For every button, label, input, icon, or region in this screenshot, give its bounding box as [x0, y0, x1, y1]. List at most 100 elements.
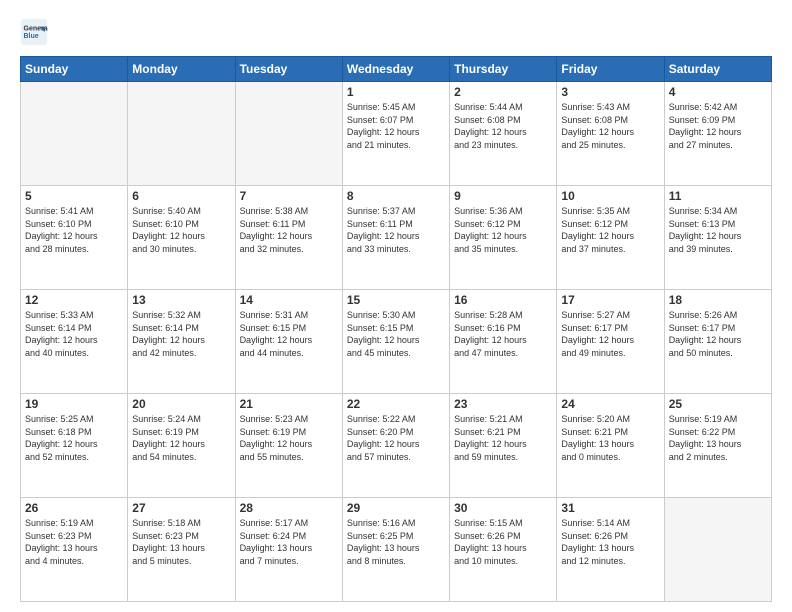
weekday-header-wednesday: Wednesday — [342, 57, 449, 82]
calendar-cell: 24Sunrise: 5:20 AM Sunset: 6:21 PM Dayli… — [557, 394, 664, 498]
day-info: Sunrise: 5:37 AM Sunset: 6:11 PM Dayligh… — [347, 205, 445, 255]
day-info: Sunrise: 5:30 AM Sunset: 6:15 PM Dayligh… — [347, 309, 445, 359]
calendar-cell: 27 Sunrise: 5:18 AM Sunset: 6:23 PM Dayli… — [128, 498, 235, 602]
logo-icon: General Blue — [20, 18, 48, 46]
calendar-cell — [235, 82, 342, 186]
page: General Blue SundayMondayTuesdayWednesda… — [0, 0, 792, 612]
day-number: 10 — [561, 189, 659, 203]
day-info: Sunrise: 5:20 AM Sunset: 6:21 PM Dayligh… — [561, 413, 659, 463]
calendar-week-1: 5 Sunrise: 5:41 AM Sunset: 6:10 PM Daylig… — [21, 186, 772, 290]
day-info: Sunrise: 5:41 AM Sunset: 6:10 PM Dayligh… — [25, 205, 123, 255]
day-info: Sunrise: 5:43 AM Sunset: 6:08 PM Dayligh… — [561, 101, 659, 151]
day-info: Sunrise: 5:44 AM Sunset: 6:08 PM Dayligh… — [454, 101, 552, 151]
calendar-cell: 19 Sunrise: 5:25 AM Sunset: 6:18 PM Dayli… — [21, 394, 128, 498]
calendar-week-0: 1Sunrise: 5:45 AM Sunset: 6:07 PM Daylig… — [21, 82, 772, 186]
calendar-cell: 15 Sunrise: 5:30 AM Sunset: 6:15 PM Dayli… — [342, 290, 449, 394]
day-number: 29 — [347, 501, 445, 515]
day-number: 25 — [669, 397, 767, 411]
day-info: Sunrise: 5:27 AM Sunset: 6:17 PM Dayligh… — [561, 309, 659, 359]
day-number: 26 — [25, 501, 123, 515]
day-number: 20 — [132, 397, 230, 411]
day-number: 31 — [561, 501, 659, 515]
calendar-cell: 22Sunrise: 5:22 AM Sunset: 6:20 PM Dayli… — [342, 394, 449, 498]
calendar-cell: 3 Sunrise: 5:43 AM Sunset: 6:08 PM Daylig… — [557, 82, 664, 186]
calendar-cell: 30 Sunrise: 5:15 AM Sunset: 6:26 PM Dayli… — [450, 498, 557, 602]
day-info: Sunrise: 5:25 AM Sunset: 6:18 PM Dayligh… — [25, 413, 123, 463]
day-info: Sunrise: 5:38 AM Sunset: 6:11 PM Dayligh… — [240, 205, 338, 255]
day-number: 18 — [669, 293, 767, 307]
day-info: Sunrise: 5:34 AM Sunset: 6:13 PM Dayligh… — [669, 205, 767, 255]
day-number: 17 — [561, 293, 659, 307]
day-info: Sunrise: 5:42 AM Sunset: 6:09 PM Dayligh… — [669, 101, 767, 151]
logo: General Blue — [20, 18, 52, 46]
calendar-cell: 16Sunrise: 5:28 AM Sunset: 6:16 PM Dayli… — [450, 290, 557, 394]
calendar-cell — [664, 498, 771, 602]
weekday-header-monday: Monday — [128, 57, 235, 82]
calendar-cell — [21, 82, 128, 186]
day-number: 6 — [132, 189, 230, 203]
day-number: 27 — [132, 501, 230, 515]
day-info: Sunrise: 5:32 AM Sunset: 6:14 PM Dayligh… — [132, 309, 230, 359]
day-info: Sunrise: 5:22 AM Sunset: 6:20 PM Dayligh… — [347, 413, 445, 463]
calendar-cell: 31 Sunrise: 5:14 AM Sunset: 6:26 PM Dayli… — [557, 498, 664, 602]
weekday-header-sunday: Sunday — [21, 57, 128, 82]
day-info: Sunrise: 5:28 AM Sunset: 6:16 PM Dayligh… — [454, 309, 552, 359]
calendar-cell: 21 Sunrise: 5:23 AM Sunset: 6:19 PM Dayli… — [235, 394, 342, 498]
calendar-week-4: 26 Sunrise: 5:19 AM Sunset: 6:23 PM Dayli… — [21, 498, 772, 602]
day-number: 3 — [561, 85, 659, 99]
day-number: 19 — [25, 397, 123, 411]
calendar-cell: 18 Sunrise: 5:26 AM Sunset: 6:17 PM Dayli… — [664, 290, 771, 394]
calendar-cell: 11Sunrise: 5:34 AM Sunset: 6:13 PM Dayli… — [664, 186, 771, 290]
day-info: Sunrise: 5:21 AM Sunset: 6:21 PM Dayligh… — [454, 413, 552, 463]
weekday-header-saturday: Saturday — [664, 57, 771, 82]
calendar-cell: 9 Sunrise: 5:36 AM Sunset: 6:12 PM Daylig… — [450, 186, 557, 290]
day-number: 23 — [454, 397, 552, 411]
day-info: Sunrise: 5:18 AM Sunset: 6:23 PM Dayligh… — [132, 517, 230, 567]
day-info: Sunrise: 5:36 AM Sunset: 6:12 PM Dayligh… — [454, 205, 552, 255]
calendar-week-2: 12 Sunrise: 5:33 AM Sunset: 6:14 PM Dayli… — [21, 290, 772, 394]
calendar-cell: 8 Sunrise: 5:37 AM Sunset: 6:11 PM Daylig… — [342, 186, 449, 290]
day-info: Sunrise: 5:26 AM Sunset: 6:17 PM Dayligh… — [669, 309, 767, 359]
day-number: 12 — [25, 293, 123, 307]
weekday-header-friday: Friday — [557, 57, 664, 82]
header: General Blue — [20, 18, 772, 46]
calendar-table: SundayMondayTuesdayWednesdayThursdayFrid… — [20, 56, 772, 602]
weekday-header-thursday: Thursday — [450, 57, 557, 82]
day-number: 14 — [240, 293, 338, 307]
day-number: 4 — [669, 85, 767, 99]
day-info: Sunrise: 5:23 AM Sunset: 6:19 PM Dayligh… — [240, 413, 338, 463]
day-number: 28 — [240, 501, 338, 515]
day-number: 15 — [347, 293, 445, 307]
day-info: Sunrise: 5:40 AM Sunset: 6:10 PM Dayligh… — [132, 205, 230, 255]
day-info: Sunrise: 5:33 AM Sunset: 6:14 PM Dayligh… — [25, 309, 123, 359]
day-info: Sunrise: 5:19 AM Sunset: 6:22 PM Dayligh… — [669, 413, 767, 463]
calendar-cell: 6 Sunrise: 5:40 AM Sunset: 6:10 PM Daylig… — [128, 186, 235, 290]
day-info: Sunrise: 5:16 AM Sunset: 6:25 PM Dayligh… — [347, 517, 445, 567]
calendar-cell: 28Sunrise: 5:17 AM Sunset: 6:24 PM Dayli… — [235, 498, 342, 602]
calendar-cell: 5 Sunrise: 5:41 AM Sunset: 6:10 PM Daylig… — [21, 186, 128, 290]
day-number: 7 — [240, 189, 338, 203]
day-number: 2 — [454, 85, 552, 99]
day-info: Sunrise: 5:19 AM Sunset: 6:23 PM Dayligh… — [25, 517, 123, 567]
svg-text:Blue: Blue — [24, 33, 39, 40]
day-number: 5 — [25, 189, 123, 203]
day-info: Sunrise: 5:45 AM Sunset: 6:07 PM Dayligh… — [347, 101, 445, 151]
calendar-cell: 26 Sunrise: 5:19 AM Sunset: 6:23 PM Dayli… — [21, 498, 128, 602]
day-number: 30 — [454, 501, 552, 515]
day-info: Sunrise: 5:14 AM Sunset: 6:26 PM Dayligh… — [561, 517, 659, 567]
day-info: Sunrise: 5:15 AM Sunset: 6:26 PM Dayligh… — [454, 517, 552, 567]
day-number: 8 — [347, 189, 445, 203]
day-number: 21 — [240, 397, 338, 411]
weekday-header-tuesday: Tuesday — [235, 57, 342, 82]
day-number: 13 — [132, 293, 230, 307]
calendar-cell — [128, 82, 235, 186]
day-info: Sunrise: 5:24 AM Sunset: 6:19 PM Dayligh… — [132, 413, 230, 463]
calendar-cell: 1Sunrise: 5:45 AM Sunset: 6:07 PM Daylig… — [342, 82, 449, 186]
weekday-header-row: SundayMondayTuesdayWednesdayThursdayFrid… — [21, 57, 772, 82]
calendar-cell: 13 Sunrise: 5:32 AM Sunset: 6:14 PM Dayli… — [128, 290, 235, 394]
calendar-cell: 20 Sunrise: 5:24 AM Sunset: 6:19 PM Dayli… — [128, 394, 235, 498]
calendar-cell: 23 Sunrise: 5:21 AM Sunset: 6:21 PM Dayli… — [450, 394, 557, 498]
calendar-cell: 2 Sunrise: 5:44 AM Sunset: 6:08 PM Daylig… — [450, 82, 557, 186]
calendar-cell: 25 Sunrise: 5:19 AM Sunset: 6:22 PM Dayli… — [664, 394, 771, 498]
day-number: 9 — [454, 189, 552, 203]
